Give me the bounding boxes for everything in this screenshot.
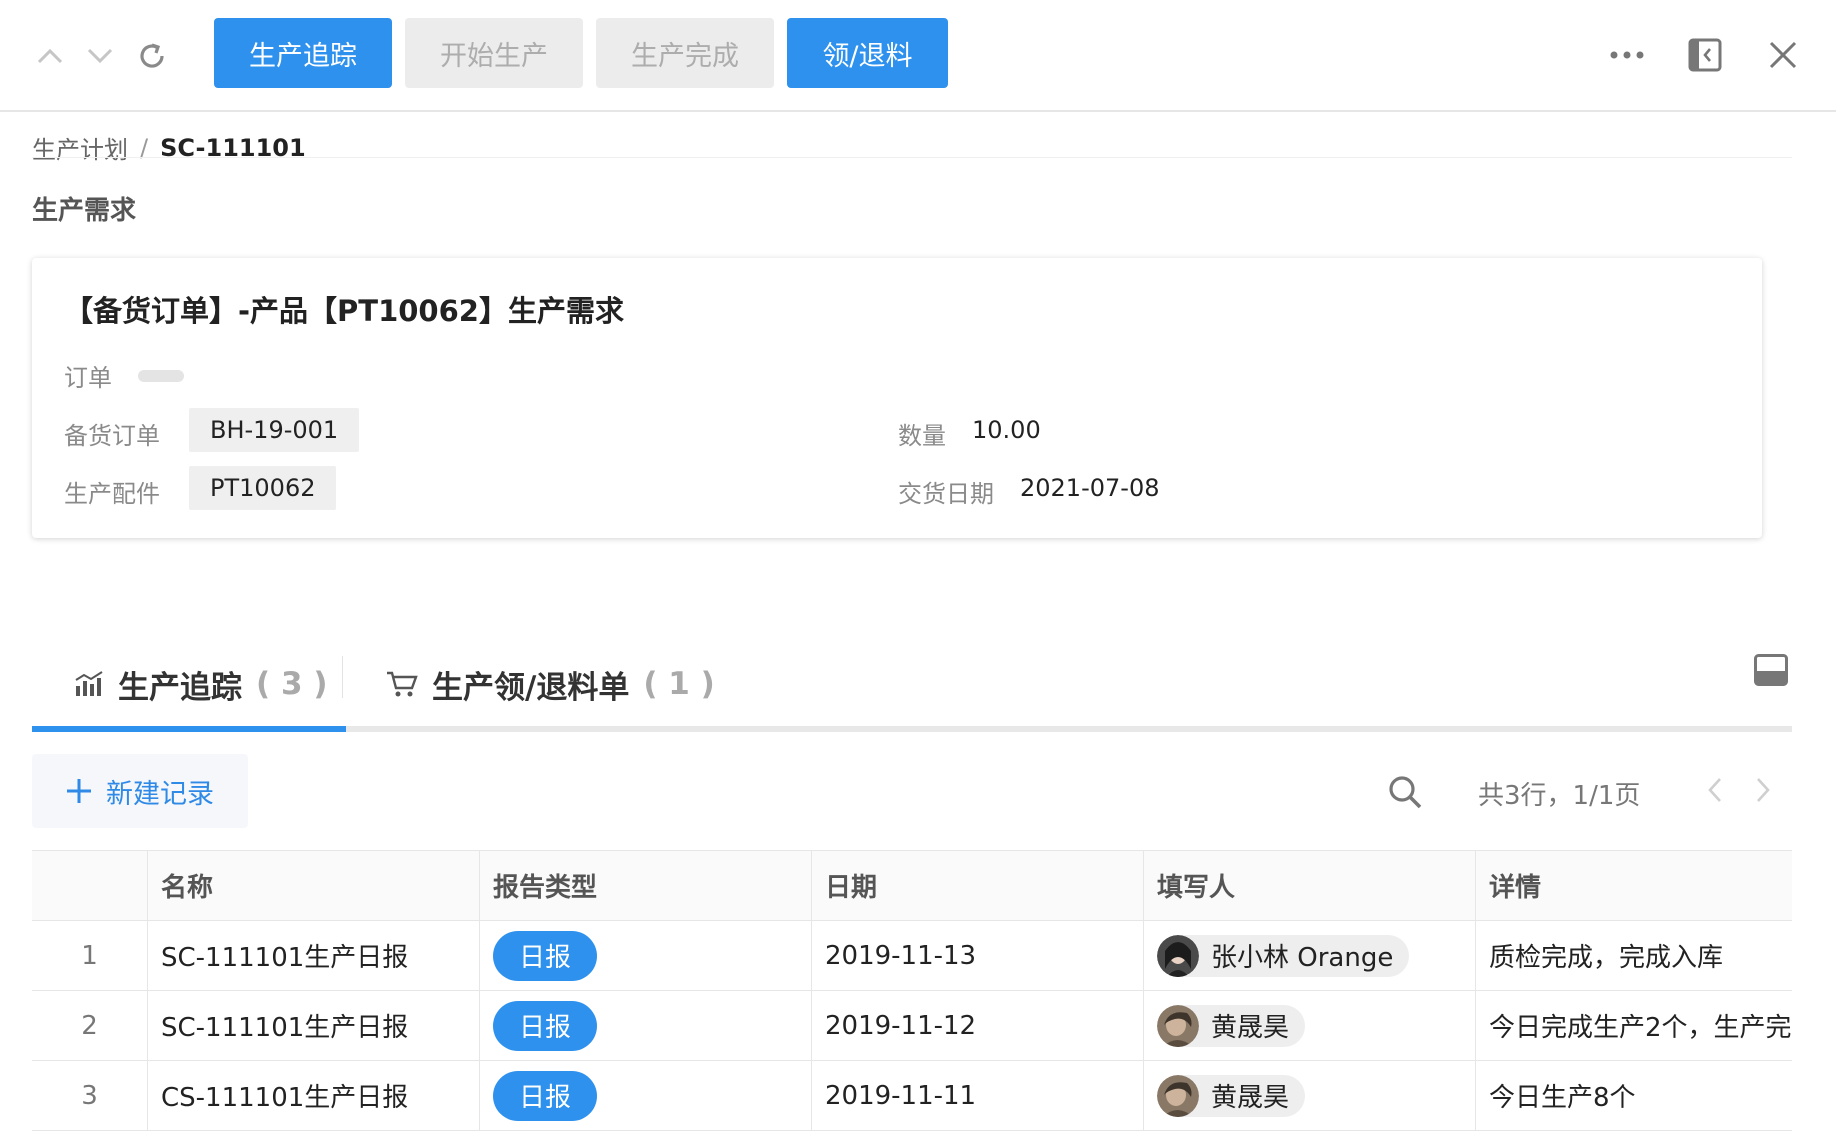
chevron-left-icon bbox=[1708, 778, 1721, 802]
tracking-table: 名称 报告类型 日期 填写人 详情 1 SC-111101生产日报 日报 201… bbox=[32, 850, 1792, 1131]
row-author: 张小林 Orange bbox=[1143, 921, 1475, 990]
user-chip[interactable]: 张小林 Orange bbox=[1157, 934, 1410, 977]
tab-separator bbox=[342, 656, 343, 698]
row-index: 3 bbox=[81, 1080, 98, 1111]
prev-page-button[interactable] bbox=[1700, 772, 1730, 808]
header-report-type[interactable]: 报告类型 bbox=[479, 851, 811, 920]
collapse-panel-button[interactable] bbox=[1680, 30, 1730, 80]
row-date: 2019-11-13 bbox=[811, 921, 1143, 990]
collapse-panel-icon bbox=[1688, 38, 1722, 72]
refresh-button[interactable] bbox=[130, 34, 174, 78]
tab-active-indicator bbox=[32, 726, 346, 732]
production-complete-button[interactable]: 生产完成 bbox=[596, 18, 774, 88]
close-button[interactable] bbox=[1758, 30, 1808, 80]
breadcrumb: 生产计划 / SC-111101 bbox=[32, 130, 306, 165]
order-empty-value bbox=[138, 370, 184, 382]
chevron-right-icon bbox=[1757, 778, 1770, 802]
row-date: 2019-11-12 bbox=[811, 991, 1143, 1060]
avatar bbox=[1157, 934, 1199, 977]
delivery-date-label: 交货日期 bbox=[898, 480, 994, 508]
next-record-button[interactable] bbox=[78, 34, 122, 78]
header-name[interactable]: 名称 bbox=[147, 851, 479, 920]
user-name: 黄晟昊 bbox=[1211, 1083, 1290, 1113]
row-author: 黄晟昊 bbox=[1143, 1061, 1475, 1130]
chevron-down-icon bbox=[87, 48, 113, 64]
header-detail[interactable]: 详情 bbox=[1475, 851, 1792, 920]
pagination-info: 共3行，1/1页 bbox=[1478, 781, 1641, 811]
demand-card: 【备货订单】-产品【PT10062】生产需求 订单 备货订单 BH-19-001… bbox=[32, 258, 1762, 538]
new-record-button[interactable]: 新建记录 bbox=[32, 754, 248, 828]
production-tracking-button[interactable]: 生产追踪 bbox=[214, 18, 392, 88]
chart-icon bbox=[75, 671, 103, 696]
breadcrumb-production-plan[interactable]: 生产计划 bbox=[32, 130, 128, 165]
plus-icon bbox=[67, 779, 91, 803]
header-author[interactable]: 填写人 bbox=[1143, 851, 1475, 920]
row-report-type: 日报 bbox=[479, 991, 811, 1060]
stock-order-label: 备货订单 bbox=[64, 422, 160, 450]
row-detail: 今日完成生产2个，生产完 bbox=[1475, 991, 1792, 1060]
row-name: CS-111101生产日报 bbox=[147, 1061, 479, 1130]
row-report-type: 日报 bbox=[479, 1061, 811, 1130]
user-chip[interactable]: 黄晟昊 bbox=[1157, 1074, 1306, 1117]
report-type-badge: 日报 bbox=[493, 1000, 597, 1051]
card-title: 【备货订单】-产品【PT10062】生产需求 bbox=[64, 294, 624, 328]
breadcrumb-divider bbox=[32, 157, 1792, 158]
next-page-button[interactable] bbox=[1748, 772, 1778, 808]
row-name: SC-111101生产日报 bbox=[147, 921, 479, 990]
quantity-value: 10.00 bbox=[972, 416, 1041, 444]
user-name: 黄晟昊 bbox=[1211, 1013, 1290, 1043]
table-header-row: 名称 报告类型 日期 填写人 详情 bbox=[32, 851, 1792, 921]
new-record-label: 新建记录 bbox=[106, 778, 214, 810]
header-date[interactable]: 日期 bbox=[811, 851, 1143, 920]
tab-material-orders[interactable]: 生产领/退料单 ( 1 ) bbox=[386, 640, 715, 728]
close-icon bbox=[1769, 41, 1797, 69]
row-report-type: 日报 bbox=[479, 921, 811, 990]
tab-material-orders-label: 生产领/退料单 bbox=[432, 669, 630, 706]
table-row[interactable]: 1 SC-111101生产日报 日报 2019-11-13 张小林 Orange… bbox=[32, 921, 1792, 991]
row-date: 2019-11-11 bbox=[811, 1061, 1143, 1130]
top-toolbar: 生产追踪 开始生产 生产完成 领/退料 bbox=[0, 0, 1836, 112]
stock-order-value[interactable]: BH-19-001 bbox=[189, 408, 360, 452]
quantity-label: 数量 bbox=[898, 422, 946, 450]
header-index bbox=[32, 851, 147, 920]
user-name: 张小林 Orange bbox=[1211, 943, 1394, 973]
chevron-up-icon bbox=[37, 48, 63, 64]
more-button[interactable] bbox=[1602, 30, 1652, 80]
table-row[interactable]: 3 CS-111101生产日报 日报 2019-11-11 黄晟昊 今日生产8个 bbox=[32, 1061, 1792, 1131]
row-name: SC-111101生产日报 bbox=[147, 991, 479, 1060]
more-icon bbox=[1610, 51, 1644, 59]
tab-production-tracking[interactable]: 生产追踪 ( 3 ) bbox=[74, 640, 328, 728]
row-author: 黄晟昊 bbox=[1143, 991, 1475, 1060]
user-chip[interactable]: 黄晟昊 bbox=[1157, 1004, 1306, 1047]
report-type-badge: 日报 bbox=[493, 1070, 597, 1121]
row-detail: 今日生产8个 bbox=[1475, 1061, 1792, 1130]
tab-production-tracking-count: ( 3 ) bbox=[256, 666, 328, 702]
panel-toggle-icon[interactable] bbox=[1754, 654, 1788, 686]
part-value[interactable]: PT10062 bbox=[189, 466, 337, 510]
tab-production-tracking-label: 生产追踪 bbox=[118, 669, 242, 706]
delivery-date-value: 2021-07-08 bbox=[1020, 474, 1160, 502]
pick-return-material-button[interactable]: 领/退料 bbox=[787, 18, 948, 88]
part-label: 生产配件 bbox=[64, 480, 160, 508]
detail-tabs: 生产追踪 ( 3 ) 生产领/退料单 ( 1 ) bbox=[32, 640, 1792, 734]
order-label: 订单 bbox=[64, 364, 112, 392]
report-type-badge: 日报 bbox=[493, 930, 597, 981]
row-detail: 质检完成，完成入库 bbox=[1475, 921, 1792, 990]
search-icon[interactable] bbox=[1385, 772, 1425, 812]
start-production-button[interactable]: 开始生产 bbox=[405, 18, 583, 88]
cart-icon bbox=[387, 671, 418, 697]
avatar bbox=[1157, 1004, 1199, 1047]
avatar bbox=[1157, 1074, 1199, 1117]
row-index: 2 bbox=[81, 1010, 98, 1041]
tab-material-orders-count: ( 1 ) bbox=[643, 666, 715, 702]
table-row[interactable]: 2 SC-111101生产日报 日报 2019-11-12 黄晟昊 今日完成生产… bbox=[32, 991, 1792, 1061]
previous-record-button[interactable] bbox=[28, 34, 72, 78]
section-title: 生产需求 bbox=[32, 196, 137, 226]
row-index: 1 bbox=[81, 940, 98, 971]
refresh-icon bbox=[140, 43, 164, 68]
